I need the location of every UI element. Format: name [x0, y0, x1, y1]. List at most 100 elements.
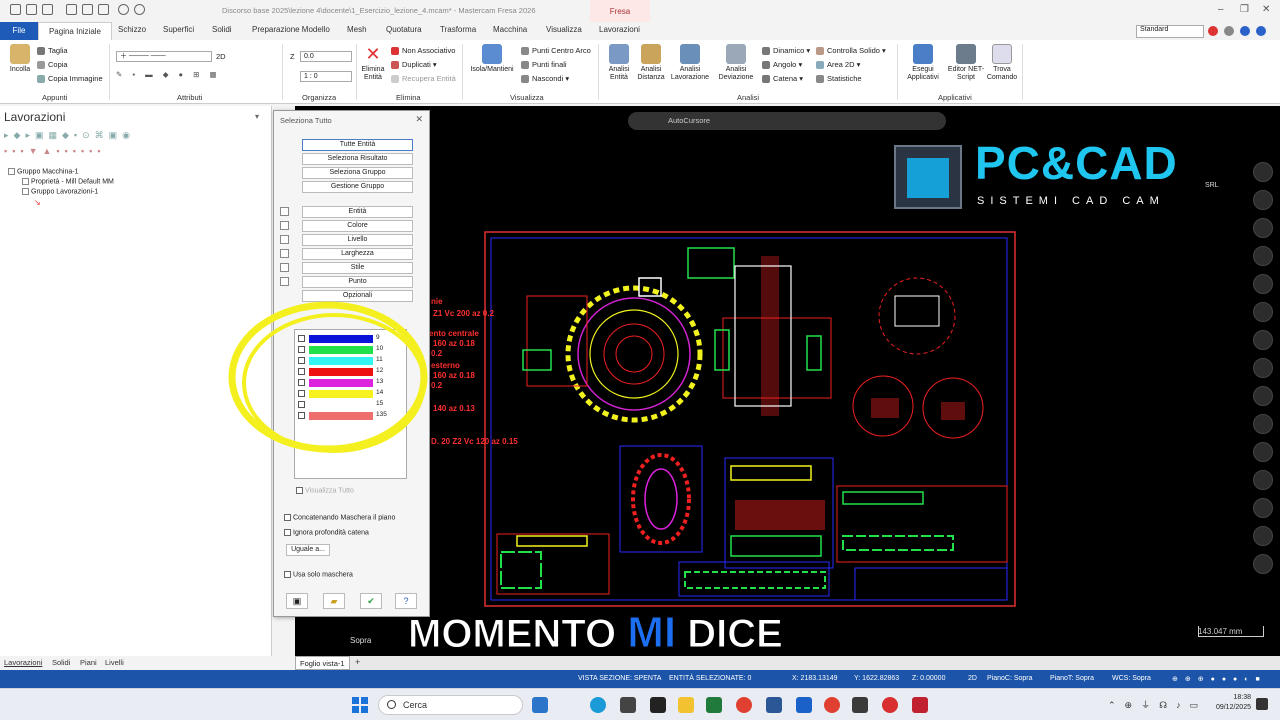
tab-file[interactable]: File	[0, 22, 38, 40]
section-view-status[interactable]: VISTA SEZIONE: SPENTA	[578, 675, 661, 682]
tab-pagina-iniziale[interactable]: Pagina Iniziale	[38, 22, 112, 40]
standard-select[interactable]: Standard	[1136, 25, 1204, 38]
add-sheet-icon[interactable]: +	[355, 657, 360, 667]
chrome-icon[interactable]	[736, 697, 752, 713]
sheet-tab-1[interactable]: Foglio vista-1	[295, 656, 350, 670]
isolate-keep-button[interactable]: Isola/Mantieni	[466, 44, 518, 74]
nav-dimension-icon[interactable]	[1253, 526, 1273, 546]
point-checkbox[interactable]	[280, 277, 289, 286]
tree-machine-group[interactable]: Gruppo Macchina-1	[8, 168, 78, 175]
entity-checkbox[interactable]	[280, 207, 289, 216]
show-all-checkbox[interactable]	[296, 487, 303, 494]
level-checkbox[interactable]	[280, 235, 289, 244]
nav-arc-icon[interactable]	[1253, 246, 1273, 266]
ok-check-icon[interactable]: ✔	[360, 593, 382, 609]
find-command-button[interactable]: Trova Comando	[984, 44, 1020, 82]
ignore-depth-option[interactable]: Ignora profondità catena	[284, 529, 369, 536]
tab-livelli-panel[interactable]: Livelli	[105, 658, 124, 667]
app-icon-5[interactable]	[852, 697, 868, 713]
style-filter-button[interactable]: Stile	[302, 262, 413, 274]
analyze-entity-button[interactable]: Analisi Entità	[602, 44, 636, 82]
nav-hatch-icon[interactable]	[1253, 554, 1273, 574]
minimize-icon[interactable]: –	[1218, 4, 1224, 15]
wcs-status[interactable]: WCS: Sopra	[1112, 675, 1151, 682]
tab-solidi-panel[interactable]: Solidi	[52, 658, 70, 667]
delete-entities-button[interactable]: ✕ Elimina Entità	[359, 44, 387, 82]
tab-piani-panel[interactable]: Piani	[80, 658, 97, 667]
save-as-icon[interactable]	[82, 4, 93, 15]
area-2d-button[interactable]: Area 2D ▾	[816, 60, 860, 70]
attribute-tools[interactable]: ✎ ▪ ▬ ◆ ● ⊞ ▦	[116, 70, 221, 79]
system-tray-icons[interactable]: ⌃⊕⏚☊♪▭	[1108, 698, 1207, 711]
notifications-icon[interactable]	[1256, 698, 1268, 710]
tab-lavorazioni[interactable]: Lavorazioni	[599, 25, 640, 34]
nav-offset-icon[interactable]	[1253, 386, 1273, 406]
recover-entities-button[interactable]: Recupera Entità	[391, 74, 456, 84]
mastercam-icon[interactable]	[912, 697, 928, 713]
group-manager-button[interactable]: Gestione Gruppo	[302, 181, 413, 193]
nav-trim-icon[interactable]	[1253, 358, 1273, 378]
tplane-status[interactable]: PianoT: Sopra	[1050, 675, 1094, 682]
app-icon-1[interactable]	[532, 697, 548, 713]
equal-to-button[interactable]: Uguale a...	[286, 544, 330, 556]
help-icon[interactable]	[1240, 26, 1250, 36]
mode-2d[interactable]: 2D	[216, 52, 226, 61]
clock[interactable]: 18:38 09/12/2025	[1205, 693, 1251, 713]
analyze-distance-button[interactable]: Analisi Distanza	[634, 44, 668, 82]
cut-button[interactable]: Taglia	[37, 46, 68, 56]
taskbar-search[interactable]: Cerca	[378, 695, 523, 715]
start-windows-icon[interactable]	[352, 697, 368, 713]
show-all-option[interactable]: Visualizza Tutto	[296, 487, 354, 494]
color-checkbox[interactable]	[280, 221, 289, 230]
print-icon[interactable]	[66, 4, 77, 15]
angle-button[interactable]: Angolo ▾	[762, 60, 802, 70]
duplicates-button[interactable]: Duplicati ▾	[391, 60, 437, 70]
view-toggle-icons[interactable]: ⊕⊕⊕●●●◐■	[1172, 675, 1267, 683]
chain-button[interactable]: Catena ▾	[762, 74, 803, 84]
save-icon[interactable]: ▣	[286, 593, 308, 609]
tree-properties[interactable]: Proprietà - Mill Default MM	[22, 178, 114, 185]
select-group-button[interactable]: Seleziona Gruppo	[302, 167, 413, 179]
arc-center-points-button[interactable]: Punti Centro Arco	[521, 46, 591, 56]
tab-macchina[interactable]: Macchina	[493, 25, 527, 34]
excel-icon[interactable]	[706, 697, 722, 713]
all-entities-button[interactable]: Tutte Entità	[302, 139, 413, 151]
tab-schizzo[interactable]: Schizzo	[118, 25, 146, 34]
net-script-editor-button[interactable]: Editor NET-Script	[946, 44, 986, 82]
folder-icon[interactable]	[98, 4, 109, 15]
save-icon[interactable]	[26, 4, 37, 15]
dialog-close-icon[interactable]: ✕	[415, 114, 423, 125]
explorer-icon[interactable]	[678, 697, 694, 713]
edge-icon[interactable]	[590, 697, 606, 713]
info-icon[interactable]	[1256, 26, 1266, 36]
app-icon-3[interactable]	[650, 697, 666, 713]
graphics-viewport[interactable]: nie Z1 Vc 200 az 0.2 ento centrale 160 a…	[295, 106, 1280, 656]
chaining-mask-option[interactable]: Concatenando Maschera il piano	[284, 514, 395, 521]
z-depth-input[interactable]: 0.0	[300, 51, 352, 62]
tab-solidi[interactable]: Solidi	[212, 25, 232, 34]
non-associative-button[interactable]: Non Associativo	[391, 46, 455, 56]
tab-mesh[interactable]: Mesh	[347, 25, 367, 34]
nav-circle-icon[interactable]	[1253, 218, 1273, 238]
tab-quotatura[interactable]: Quotatura	[386, 25, 422, 34]
analyze-toolpath-button[interactable]: Analisi Lavorazione	[668, 44, 712, 82]
pin-icon[interactable]: ▾	[255, 112, 259, 121]
nav-line-icon[interactable]	[1253, 190, 1273, 210]
check-solid-button[interactable]: Controlla Solido ▾	[816, 46, 886, 56]
undo-icon[interactable]	[118, 4, 129, 15]
tree-toolpath-group[interactable]: Gruppo Lavorazioni-1	[22, 188, 98, 195]
line-style-select[interactable]: ＋ ──── ───	[116, 51, 212, 62]
ignore-depth-checkbox[interactable]	[284, 529, 291, 536]
tab-lavorazioni-panel[interactable]: Lavorazioni	[4, 658, 42, 667]
point-filter-button[interactable]: Punto	[302, 276, 413, 288]
paste-button[interactable]: Incolla	[6, 44, 34, 74]
entity-filter-button[interactable]: Entità	[302, 206, 413, 218]
copy-image-button[interactable]: Copia Immagine	[37, 74, 103, 84]
nav-translate-icon[interactable]	[1253, 498, 1273, 518]
nav-spline-icon[interactable]	[1253, 302, 1273, 322]
end-points-button[interactable]: Punti finali	[521, 60, 567, 70]
tab-preparazione-modello[interactable]: Preparazione Modello	[252, 25, 330, 34]
app-icon-4[interactable]	[766, 697, 782, 713]
close-icon[interactable]: ✕	[1262, 4, 1270, 15]
scale-input[interactable]: 1 : 0	[300, 71, 352, 82]
